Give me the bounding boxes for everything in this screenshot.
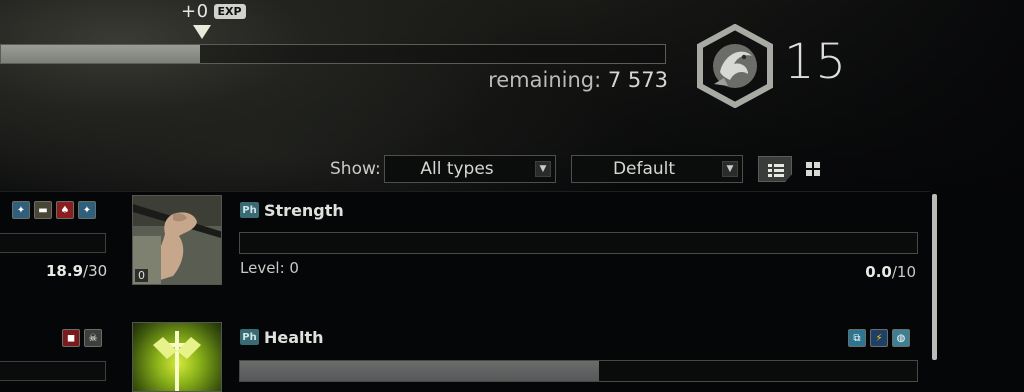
shield-buff-icon[interactable]: ◍ bbox=[892, 329, 910, 347]
strength-portrait-level: 0 bbox=[135, 269, 148, 282]
bandage-buff-icon[interactable]: ⧉ bbox=[848, 329, 866, 347]
player-level: 15 bbox=[784, 34, 848, 90]
chevron-down-icon: ▼ bbox=[535, 161, 551, 177]
chevron-down-icon: ▼ bbox=[722, 161, 738, 177]
xp-remaining: remaining: 7 573 bbox=[488, 68, 668, 92]
list-view-button[interactable] bbox=[758, 156, 792, 182]
skull-debuff-icon[interactable]: ☠ bbox=[84, 329, 102, 347]
left-skill-progress-max: /30 bbox=[83, 262, 108, 280]
strength-progress-bar bbox=[239, 232, 918, 254]
left-skill-bar bbox=[0, 233, 106, 253]
xp-gain-value: +0 bbox=[181, 0, 209, 22]
level-emblem-icon bbox=[697, 24, 773, 108]
xp-gain-indicator: +0 EXP bbox=[181, 0, 246, 22]
left-skill-effects-row2: ◼ ☠ bbox=[62, 329, 102, 347]
left-skill-bar-2 bbox=[0, 361, 106, 381]
physical-tag: Ph bbox=[240, 329, 259, 345]
soldier-buff-icon[interactable]: ✦ bbox=[12, 201, 30, 219]
show-label: Show: bbox=[330, 159, 381, 179]
strength-level-label: Level: 0 bbox=[240, 259, 299, 277]
grid-view-button[interactable] bbox=[800, 156, 834, 182]
bleed-debuff-icon[interactable]: ◼ bbox=[62, 329, 80, 347]
left-skill-progress: 18.9/30 bbox=[46, 262, 107, 280]
sort-select[interactable]: Default ▼ bbox=[571, 155, 743, 183]
left-skill-progress-value: 18.9 bbox=[46, 262, 84, 280]
strength-progress-text: 0.0/10 bbox=[865, 263, 916, 281]
wallet-buff-icon[interactable]: ▬ bbox=[34, 201, 52, 219]
skill-name-strength: Strength bbox=[264, 201, 344, 220]
strength-portrait[interactable]: 0 bbox=[132, 195, 222, 285]
xp-progress-bar bbox=[0, 44, 666, 64]
lungs-buff-icon[interactable]: ♠ bbox=[56, 201, 74, 219]
xp-remaining-value: 7 573 bbox=[607, 68, 668, 92]
exp-badge: EXP bbox=[213, 3, 246, 19]
skills-scrollbar[interactable] bbox=[932, 194, 937, 360]
health-portrait[interactable] bbox=[132, 322, 222, 392]
health-progress-fill bbox=[240, 361, 599, 381]
type-filter-select[interactable]: All types ▼ bbox=[384, 155, 556, 183]
strength-progress-value: 0.0 bbox=[865, 263, 892, 281]
health-progress-bar bbox=[239, 360, 918, 382]
sort-value: Default bbox=[612, 159, 676, 179]
left-skill-effects-row1: ✦ ▬ ♠ ✦ bbox=[12, 201, 96, 219]
skill-name-health: Health bbox=[264, 328, 324, 347]
xp-marker-triangle-icon bbox=[193, 25, 211, 39]
soldier-buff-icon[interactable]: ✦ bbox=[78, 201, 96, 219]
xp-progress-fill bbox=[1, 45, 201, 63]
grid-view-icon bbox=[806, 162, 820, 176]
strength-progress-max: /10 bbox=[891, 263, 916, 281]
header-divider bbox=[0, 191, 930, 192]
xp-remaining-label: remaining: bbox=[488, 68, 602, 92]
type-filter-value: All types bbox=[420, 159, 494, 179]
energy-buff-icon[interactable]: ⚡ bbox=[870, 329, 888, 347]
physical-tag: Ph bbox=[240, 202, 259, 218]
health-effects-row: ⧉ ⚡ ◍ bbox=[848, 329, 910, 347]
health-caduceus-icon bbox=[153, 331, 201, 391]
